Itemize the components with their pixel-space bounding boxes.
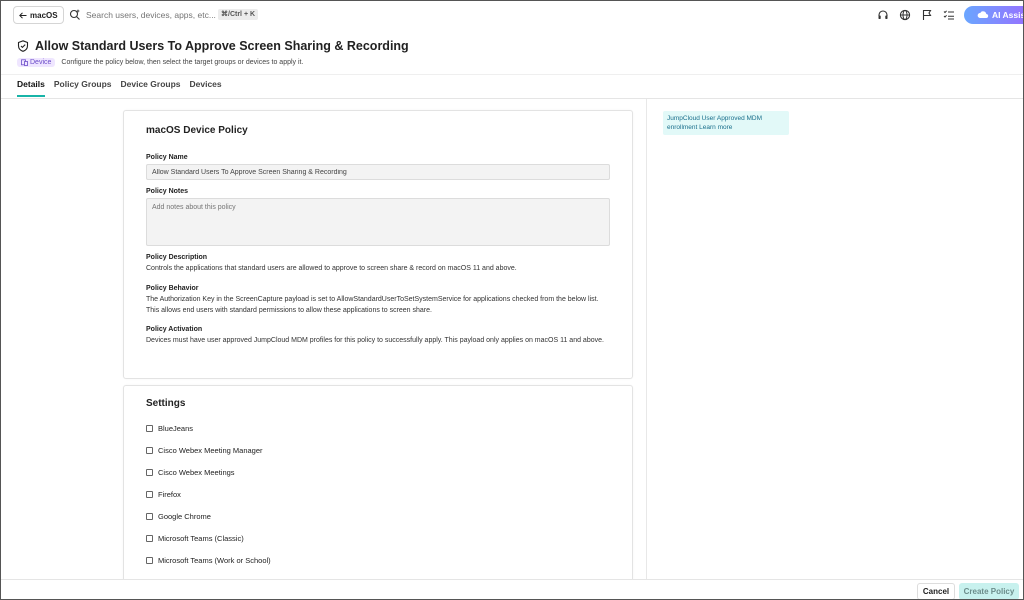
cloud-icon (977, 11, 989, 19)
ai-assist-button[interactable]: AI Assist (964, 6, 1023, 24)
setting-label: Google Chrome (158, 512, 211, 521)
arrow-left-icon (19, 11, 27, 19)
checklist-icon[interactable] (943, 9, 955, 21)
learn-more-link[interactable]: Learn more (699, 124, 732, 131)
tab-bar: Details Policy Groups Device Groups Devi… (17, 79, 222, 97)
settings-title: Settings (146, 398, 186, 409)
setting-label: Cisco Webex Meeting Manager (158, 446, 263, 455)
policy-card-title: macOS Device Policy (146, 125, 248, 136)
globe-icon[interactable] (899, 9, 911, 21)
setting-label: BlueJeans (158, 424, 194, 433)
device-icon (21, 59, 28, 66)
main-content[interactable]: macOS Device Policy Policy Name Policy N… (1, 99, 1023, 579)
tab-details[interactable]: Details (17, 79, 45, 97)
policy-description-text: Controls the applications that standard … (146, 265, 517, 272)
setting-item-bluejeans[interactable]: BlueJeans (146, 424, 193, 433)
setting-label: Cisco Webex Meetings (158, 468, 235, 477)
policy-behavior-label: Policy Behavior (146, 285, 199, 292)
policy-name-label: Policy Name (146, 154, 188, 161)
header-divider (1, 74, 1023, 75)
policy-behavior-text: The Authorization Key in the ScreenCaptu… (146, 296, 599, 314)
checkbox[interactable] (146, 491, 153, 498)
back-button[interactable]: macOS (13, 6, 64, 24)
setting-label: Microsoft Teams (Work or School) (158, 556, 271, 565)
policy-name-input[interactable] (146, 164, 610, 180)
tab-devices[interactable]: Devices (190, 79, 222, 97)
policy-notes-label: Policy Notes (146, 188, 189, 195)
setting-item-firefox[interactable]: Firefox (146, 490, 181, 499)
setting-item-teams-work[interactable]: Microsoft Teams (Work or School) (146, 556, 271, 565)
create-policy-button[interactable]: Create Policy (959, 583, 1019, 599)
policy-description-label: Policy Description (146, 254, 208, 261)
checkbox[interactable] (146, 425, 153, 432)
settings-card: Settings BlueJeans Cisco Webex Meeting M… (123, 385, 633, 579)
shield-check-icon (17, 40, 29, 52)
device-badge: Device (17, 58, 56, 67)
app-window: macOS ⌘/Ctrl + K AI Assist Allow Standar… (0, 0, 1024, 600)
checkbox[interactable] (146, 469, 153, 476)
footer-bar: Cancel Create Policy (1, 579, 1023, 599)
policy-notes-textarea[interactable] (146, 198, 610, 246)
setting-label: Firefox (158, 490, 181, 499)
tab-device-groups[interactable]: Device Groups (121, 79, 181, 97)
shortcut-hint: ⌘/Ctrl + K (218, 9, 259, 20)
policy-card: macOS Device Policy Policy Name Policy N… (123, 110, 633, 379)
checkbox[interactable] (146, 447, 153, 454)
flag-icon[interactable] (921, 9, 933, 21)
cancel-button[interactable]: Cancel (917, 583, 955, 599)
mdm-info-box: JumpCloud User Approved MDM enrollment L… (663, 111, 789, 135)
policy-activation-text: Devices must have user approved JumpClou… (146, 337, 604, 344)
checkbox[interactable] (146, 535, 153, 542)
back-button-label: macOS (30, 10, 58, 20)
subtitle-row: Device Configure the policy below, then … (17, 58, 303, 67)
setting-label: Microsoft Teams (Classic) (158, 534, 244, 543)
page-subtitle: Configure the policy below, then select … (61, 59, 304, 66)
title-row: Allow Standard Users To Approve Screen S… (17, 39, 409, 53)
checkbox[interactable] (146, 557, 153, 564)
top-bar: macOS ⌘/Ctrl + K AI Assist (1, 1, 1023, 29)
page-title: Allow Standard Users To Approve Screen S… (35, 39, 409, 53)
setting-item-teams-classic[interactable]: Microsoft Teams (Classic) (146, 534, 244, 543)
checkbox[interactable] (146, 513, 153, 520)
headset-icon[interactable] (877, 9, 889, 21)
tab-policy-groups[interactable]: Policy Groups (54, 79, 112, 97)
setting-item-google-chrome[interactable]: Google Chrome (146, 512, 211, 521)
search-input[interactable] (86, 7, 216, 23)
search-ai-icon (69, 9, 80, 20)
device-badge-label: Device (30, 59, 52, 66)
column-divider (646, 99, 647, 579)
ai-assist-label: AI Assist (992, 10, 1023, 20)
setting-item-webex-meetings[interactable]: Cisco Webex Meetings (146, 468, 235, 477)
policy-activation-label: Policy Activation (146, 326, 203, 333)
setting-item-webex-meeting-manager[interactable]: Cisco Webex Meeting Manager (146, 446, 263, 455)
